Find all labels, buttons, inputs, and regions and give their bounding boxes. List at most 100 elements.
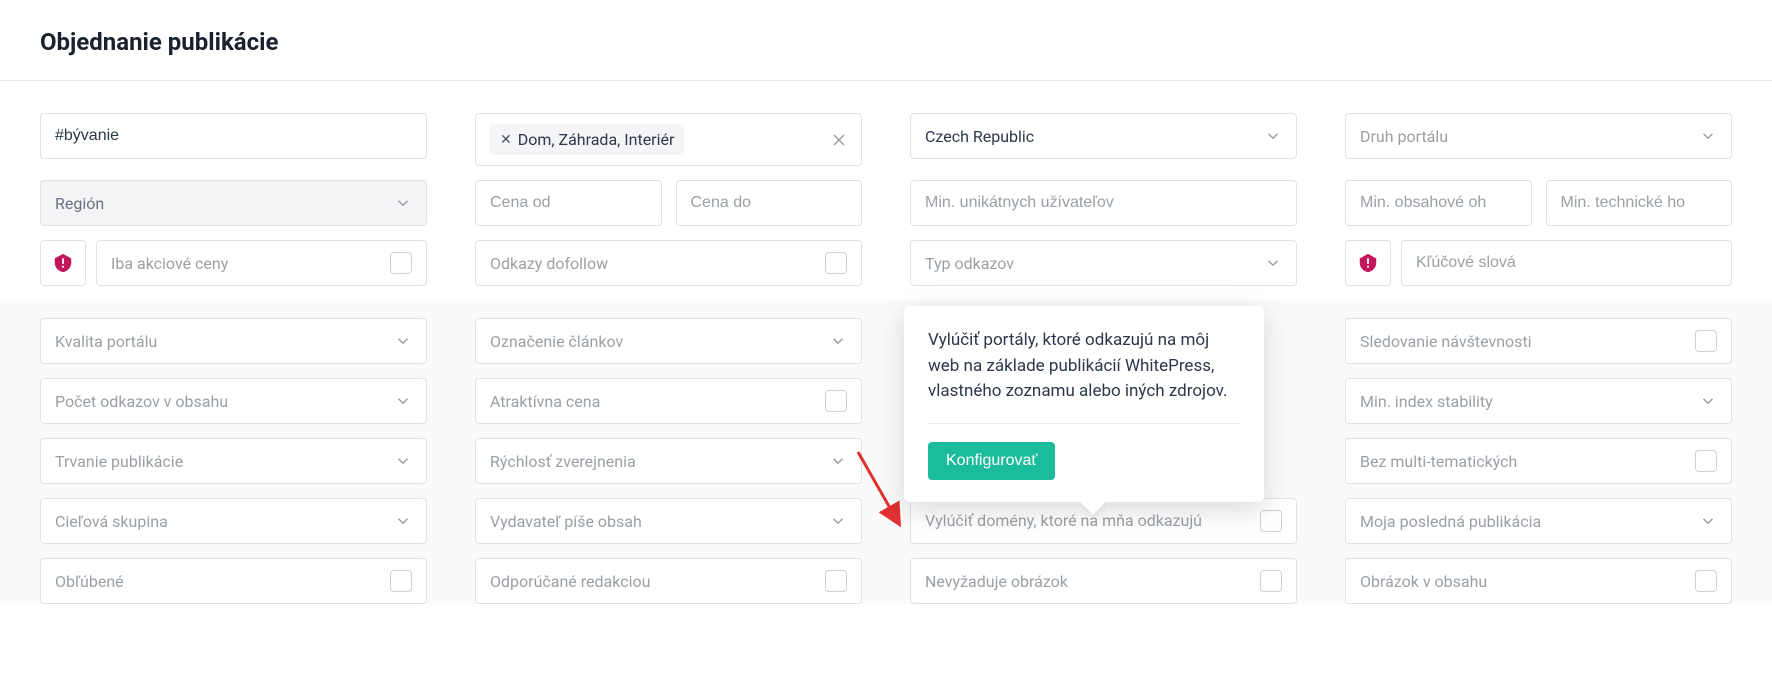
filter-row-1: ✕ Dom, Záhrada, Interiér Czech Republic … (40, 113, 1732, 166)
checkbox[interactable] (1260, 570, 1282, 592)
price-from-field[interactable] (490, 194, 647, 212)
publisher-writes-placeholder: Vydavateľ píše obsah (490, 512, 829, 531)
favorite-toggle[interactable]: Obľúbené (40, 558, 427, 604)
speed-placeholder: Rýchlosť zverejnenia (490, 452, 829, 471)
filter-row-5: Počet odkazov v obsahu Atraktívna cena M… (40, 378, 1732, 424)
image-in-content-placeholder: Obrázok v obsahu (1360, 572, 1687, 591)
chevron-down-icon (394, 332, 412, 350)
filter-row-2: Región (40, 180, 1732, 226)
checkbox[interactable] (1695, 570, 1717, 592)
duration-placeholder: Trvanie publikácie (55, 452, 394, 471)
chevron-down-icon (394, 512, 412, 530)
exclude-domains-toggle[interactable]: Vylúčiť domény, ktoré na mňa odkazujú (910, 498, 1297, 544)
checkbox[interactable] (390, 570, 412, 592)
price-to-field[interactable] (691, 194, 848, 212)
no-image-toggle[interactable]: Nevyžaduje obrázok (910, 558, 1297, 604)
region-placeholder: Región (55, 194, 394, 213)
dofollow-placeholder: Odkazy dofollow (490, 254, 817, 273)
dofollow-toggle[interactable]: Odkazy dofollow (475, 240, 862, 286)
configure-button[interactable]: Konfigurovať (928, 442, 1055, 480)
keywords-input[interactable] (1401, 240, 1732, 286)
marking-select[interactable]: Označenie článkov (475, 318, 862, 364)
tooltip-text: Vylúčiť portály, ktoré odkazujú na môj w… (928, 328, 1240, 424)
last-pub-placeholder: Moja posledná publikácia (1360, 512, 1699, 531)
exclude-domains-tooltip: Vylúčiť portály, ktoré odkazujú na môj w… (904, 306, 1264, 502)
favorite-placeholder: Obľúbené (55, 572, 382, 591)
exclude-domains-placeholder: Vylúčiť domény, ktoré na mňa odkazujú (925, 510, 1252, 532)
chevron-down-icon (394, 392, 412, 410)
index-stability-placeholder: Min. index stability (1360, 392, 1699, 411)
link-type-select[interactable]: Typ odkazov (910, 240, 1297, 286)
speed-select[interactable]: Rýchlosť zverejnenia (475, 438, 862, 484)
chip-remove-icon[interactable]: ✕ (500, 132, 512, 148)
chevron-down-icon (1699, 392, 1717, 410)
chevron-down-icon (829, 332, 847, 350)
target-group-placeholder: Cieľová skupina (55, 512, 394, 531)
category-multiselect[interactable]: ✕ Dom, Záhrada, Interiér (475, 113, 862, 166)
checkbox[interactable] (1260, 510, 1282, 532)
recommended-toggle[interactable]: Odporúčané redakciou (475, 558, 862, 604)
filter-row-4: Kvalita portálu Označenie článkov Vyl (40, 318, 1732, 364)
chevron-down-icon (829, 512, 847, 530)
image-in-content-toggle[interactable]: Obrázok v obsahu (1345, 558, 1732, 604)
attractive-price-toggle[interactable]: Atraktívna cena (475, 378, 862, 424)
checkbox[interactable] (1695, 450, 1717, 472)
chevron-down-icon (829, 452, 847, 470)
quality-placeholder: Kvalita portálu (55, 332, 394, 351)
no-multi-placeholder: Bez multi-tematických (1360, 452, 1687, 471)
link-count-select[interactable]: Počet odkazov v obsahu (40, 378, 427, 424)
recommended-placeholder: Odporúčané redakciou (490, 572, 817, 591)
chip-label: Dom, Záhrada, Interiér (518, 130, 675, 149)
country-value: Czech Republic (925, 127, 1264, 146)
search-input[interactable] (55, 127, 412, 145)
min-content-input[interactable] (1345, 180, 1532, 226)
price-to-input[interactable] (676, 180, 863, 226)
gear-alert-icon[interactable] (1345, 240, 1391, 286)
annotation-arrow-icon (852, 448, 912, 538)
min-tech-field[interactable] (1561, 194, 1718, 212)
price-from-input[interactable] (475, 180, 662, 226)
min-users-field[interactable] (925, 194, 1282, 212)
chevron-down-icon (1699, 127, 1717, 145)
duration-select[interactable]: Trvanie publikácie (40, 438, 427, 484)
index-stability-select[interactable]: Min. index stability (1345, 378, 1732, 424)
filter-row-3: Iba akciové ceny Odkazy dofollow Typ odk… (40, 240, 1732, 286)
target-group-select[interactable]: Cieľová skupina (40, 498, 427, 544)
no-multi-toggle[interactable]: Bez multi-tematických (1345, 438, 1732, 484)
quality-select[interactable]: Kvalita portálu (40, 318, 427, 364)
promo-placeholder: Iba akciové ceny (111, 254, 382, 273)
attractive-price-placeholder: Atraktívna cena (490, 392, 817, 411)
advanced-filters-section: Kvalita portálu Označenie článkov Vyl (0, 300, 1772, 604)
region-select[interactable]: Región (40, 180, 427, 226)
clear-icon[interactable] (829, 130, 849, 150)
chevron-down-icon (394, 452, 412, 470)
filter-row-8: Obľúbené Odporúčané redakciou Nevyžaduje… (40, 558, 1732, 604)
page-header: Objednanie publikácie (0, 0, 1772, 81)
filters-container: ✕ Dom, Záhrada, Interiér Czech Republic … (0, 81, 1772, 638)
checkbox[interactable] (1695, 330, 1717, 352)
checkbox[interactable] (390, 252, 412, 274)
search-input-wrap[interactable] (40, 113, 427, 159)
page-title: Objednanie publikácie (40, 28, 1732, 56)
checkbox[interactable] (825, 390, 847, 412)
no-image-placeholder: Nevyžaduje obrázok (925, 572, 1252, 591)
checkbox[interactable] (825, 570, 847, 592)
tracking-placeholder: Sledovanie návštevnosti (1360, 332, 1687, 351)
link-count-placeholder: Počet odkazov v obsahu (55, 392, 394, 411)
link-type-placeholder: Typ odkazov (925, 254, 1264, 273)
marking-placeholder: Označenie článkov (490, 332, 829, 351)
min-users-input[interactable] (910, 180, 1297, 226)
last-publication-select[interactable]: Moja posledná publikácia (1345, 498, 1732, 544)
chevron-down-icon (394, 194, 412, 212)
tracking-toggle[interactable]: Sledovanie návštevnosti (1345, 318, 1732, 364)
chevron-down-icon (1699, 512, 1717, 530)
min-tech-input[interactable] (1546, 180, 1733, 226)
country-select[interactable]: Czech Republic (910, 113, 1297, 159)
keywords-field[interactable] (1416, 254, 1717, 272)
promo-prices-toggle[interactable]: Iba akciové ceny (96, 240, 427, 286)
min-content-field[interactable] (1360, 194, 1517, 212)
publisher-writes-select[interactable]: Vydavateľ píše obsah (475, 498, 862, 544)
gear-alert-icon[interactable] (40, 240, 86, 286)
checkbox[interactable] (825, 252, 847, 274)
portal-type-select[interactable]: Druh portálu (1345, 113, 1732, 159)
